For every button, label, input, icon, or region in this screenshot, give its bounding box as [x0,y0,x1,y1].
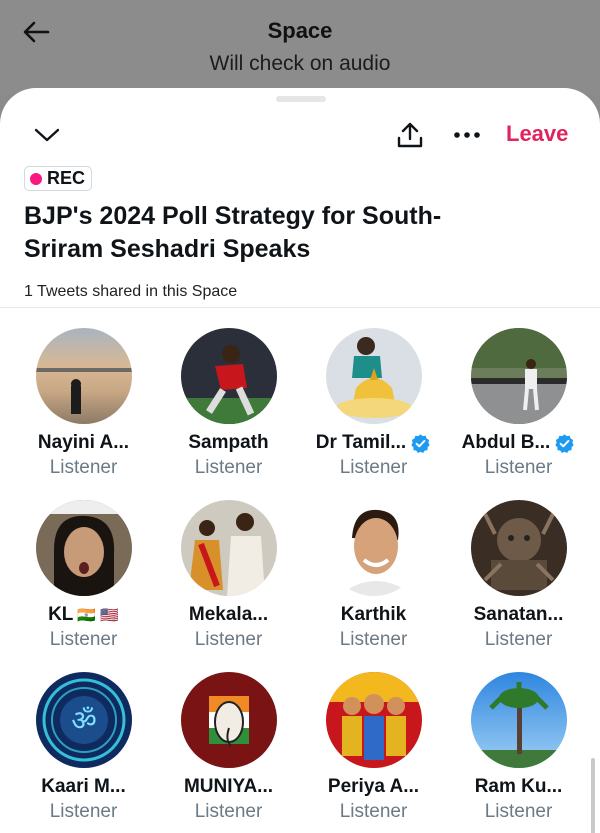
participant-name: Sanatan... [473,604,564,625]
avatar-image [180,500,277,596]
avatar[interactable] [325,500,422,596]
recording-dot-icon [30,172,42,185]
participant-card[interactable]: Mekala... Listener [156,500,301,672]
tweets-shared-link[interactable]: 1 Tweets shared in this Space [24,283,237,301]
chevron-down-icon [34,128,60,142]
more-button[interactable] [450,118,484,152]
participant-card[interactable]: Abdul B... Listener [446,328,591,500]
participant-role: Listener [194,457,263,478]
avatar[interactable]: ॐ [35,672,132,768]
share-button[interactable] [393,118,427,152]
avatar[interactable] [180,328,277,424]
participant-role: Listener [484,457,553,478]
participant-card[interactable]: Dr Tamil... Listener [301,328,446,500]
avatar[interactable] [470,500,567,596]
participant-role: Listener [484,629,553,650]
avatar[interactable] [180,500,277,596]
avatar-image [325,328,422,424]
flag-emojis: 🇮🇳 🇺🇸 [77,607,119,624]
verified-badge-icon [555,433,575,453]
participant-card[interactable]: Karthik Listener [301,500,446,672]
rec-label: REC [47,168,86,188]
name-row: Abdul B... [462,431,576,455]
participant-role: Listener [484,801,553,822]
participant-name: Nayini A... [37,432,130,453]
participant-role: Listener [194,801,263,822]
avatar-image [35,328,132,424]
participant-card[interactable]: ॐ Kaari M... Listener [11,672,156,833]
underlying-text: Will check on audio [209,52,391,75]
space-title-line-1: BJP's 2024 Poll Strategy for South- [24,202,442,230]
avatar-image [470,328,567,424]
leave-button[interactable]: Leave [506,121,568,147]
name-row: KL 🇮🇳 🇺🇸 [48,603,119,627]
participant-name: KL [48,604,74,625]
avatar[interactable] [470,672,567,768]
avatar[interactable] [325,328,422,424]
svg-text:ॐ: ॐ [71,704,97,737]
participant-card[interactable]: Nayini A... Listener [11,328,156,500]
participant-name: MUNIYA... [183,776,274,797]
avatar-image: ॐ [35,672,132,768]
avatar-image [35,500,132,596]
participant-role: Listener [339,801,408,822]
participant-role: Listener [194,629,263,650]
avatar[interactable] [180,672,277,768]
participants-grid: Nayini A... Listener Sampath Listener Dr… [11,328,591,833]
participant-role: Listener [49,629,118,650]
participant-card[interactable]: Periya A... Listener [301,672,446,833]
drag-handle[interactable] [276,96,326,102]
name-row: Sampath [188,431,268,455]
avatar[interactable] [470,328,567,424]
participant-role: Listener [49,801,118,822]
name-row: Ram Ku... [475,775,563,799]
verified-badge-icon [411,433,430,453]
participant-name: Abdul B... [461,432,551,453]
name-row: Kaari M... [41,775,125,799]
collapse-button[interactable] [32,120,62,150]
participant-name: Dr Tamil... [315,432,407,453]
name-row: Nayini A... [38,431,129,455]
space-title-line-2: Sriram Seshadri Speaks [24,235,311,263]
share-icon [397,122,423,148]
scrollbar[interactable] [591,758,595,833]
participant-card[interactable]: KL 🇮🇳 🇺🇸 Listener [11,500,156,672]
participant-name: Sampath [188,432,269,453]
avatar[interactable] [325,672,422,768]
more-dots-icon [454,132,480,138]
name-row: Sanatan... [474,603,564,627]
rec-badge: REC [24,166,93,191]
avatar-image [470,672,567,768]
avatar-image [325,672,422,768]
participant-name: Periya A... [327,776,420,797]
avatar-image [470,500,567,596]
top-bar: Space Will check on audio [0,0,600,95]
name-row: Karthik [341,603,406,627]
space-sheet: Leave REC BJP's 2024 Poll Strategy for S… [0,88,600,833]
avatar[interactable] [35,500,132,596]
avatar-image [180,672,277,768]
participant-name: Karthik [340,604,407,625]
participant-role: Listener [339,629,408,650]
name-row: MUNIYA... [184,775,273,799]
name-row: Periya A... [328,775,419,799]
participant-name: Mekala... [188,604,269,625]
page-title: Space [267,18,333,43]
participant-role: Listener [49,457,118,478]
name-row: Mekala... [189,603,268,627]
participant-card[interactable]: Ram Ku... Listener [446,672,591,833]
avatar[interactable] [35,328,132,424]
avatar-image [325,500,422,596]
participant-card[interactable]: Sanatan... Listener [446,500,591,672]
participant-card[interactable]: MUNIYA... Listener [156,672,301,833]
participant-name: Kaari M... [41,776,126,797]
name-row: Dr Tamil... [316,431,431,455]
participant-role: Listener [339,457,408,478]
space-title: BJP's 2024 Poll Strategy for South- Srir… [24,200,584,266]
divider [0,307,600,308]
avatar-image [180,328,277,424]
participant-name: Ram Ku... [474,776,563,797]
participant-card[interactable]: Sampath Listener [156,328,301,500]
